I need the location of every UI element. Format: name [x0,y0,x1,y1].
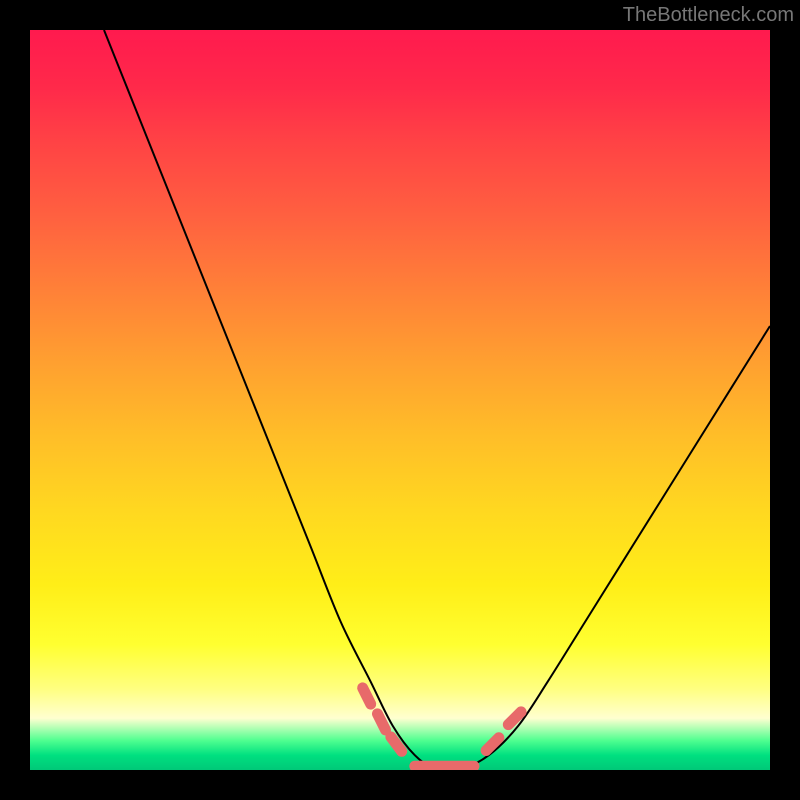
chart-frame: TheBottleneck.com [0,0,800,800]
curve-marker-1 [377,714,385,730]
marker-group [363,688,521,766]
plot-area [30,30,770,770]
chart-svg [30,30,770,770]
watermark-text: TheBottleneck.com [623,4,794,27]
curve-marker-2 [391,737,402,751]
bottleneck-curve [104,30,770,770]
curve-marker-0 [363,688,371,704]
curve-marker-4 [508,712,521,725]
